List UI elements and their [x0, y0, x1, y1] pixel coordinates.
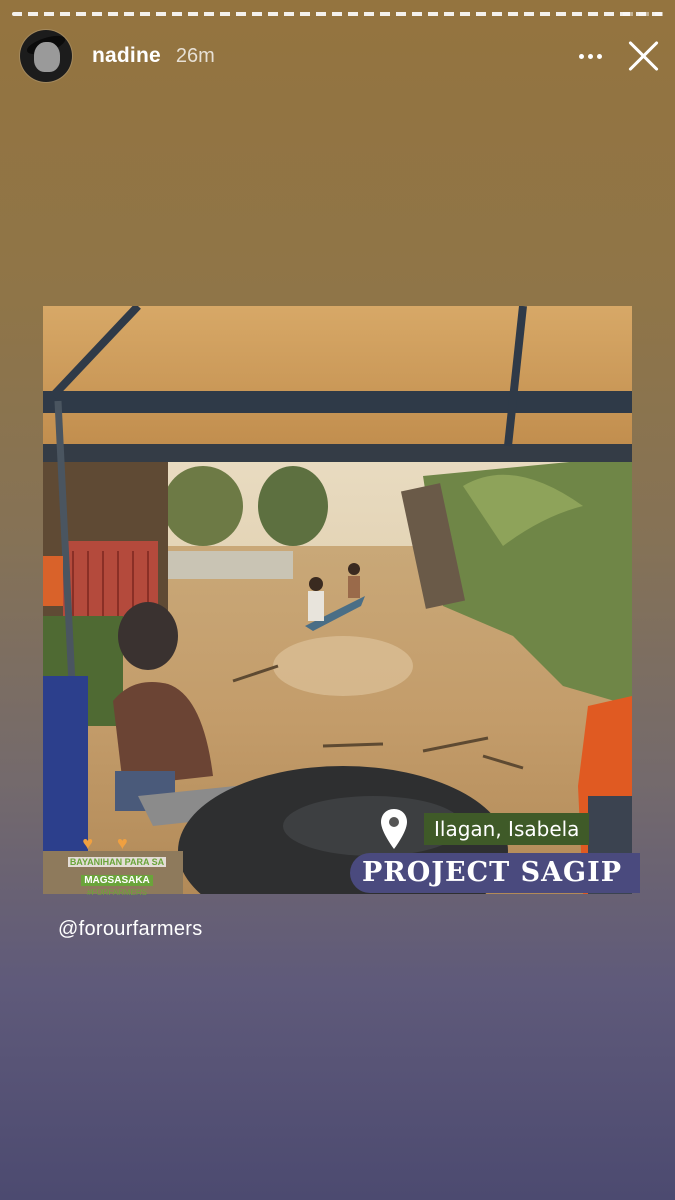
mention-caption[interactable]: @forourfarmers	[58, 918, 203, 941]
badge-text-line1: BAYANIHAN PARA SA	[67, 857, 167, 867]
username[interactable]: nadine	[92, 44, 161, 68]
badge-text-line2: MAGSASAKA	[81, 875, 153, 886]
location-tag[interactable]: Ilagan, Isabela	[378, 808, 590, 850]
flood-scene-photo	[43, 306, 632, 894]
heart-icon: ♥♥	[82, 833, 152, 853]
location-pin-icon	[381, 809, 407, 849]
location-label: Ilagan, Isabela	[424, 813, 590, 845]
more-options-icon[interactable]	[575, 41, 605, 71]
project-title-label: PROJECT SAGIP	[350, 853, 640, 893]
shared-post-image[interactable]	[43, 306, 632, 894]
bayanihan-logo: ♥♥ BAYANIHAN PARA SA MAGSASAKA #FORFARME…	[52, 833, 182, 897]
story-header: nadine 26m	[20, 28, 661, 84]
badge-text-line3: #FORFARMERS	[86, 888, 147, 897]
story-progress-bar	[12, 12, 663, 16]
avatar[interactable]	[20, 30, 72, 82]
close-icon[interactable]	[625, 38, 661, 74]
timestamp: 26m	[175, 44, 215, 67]
